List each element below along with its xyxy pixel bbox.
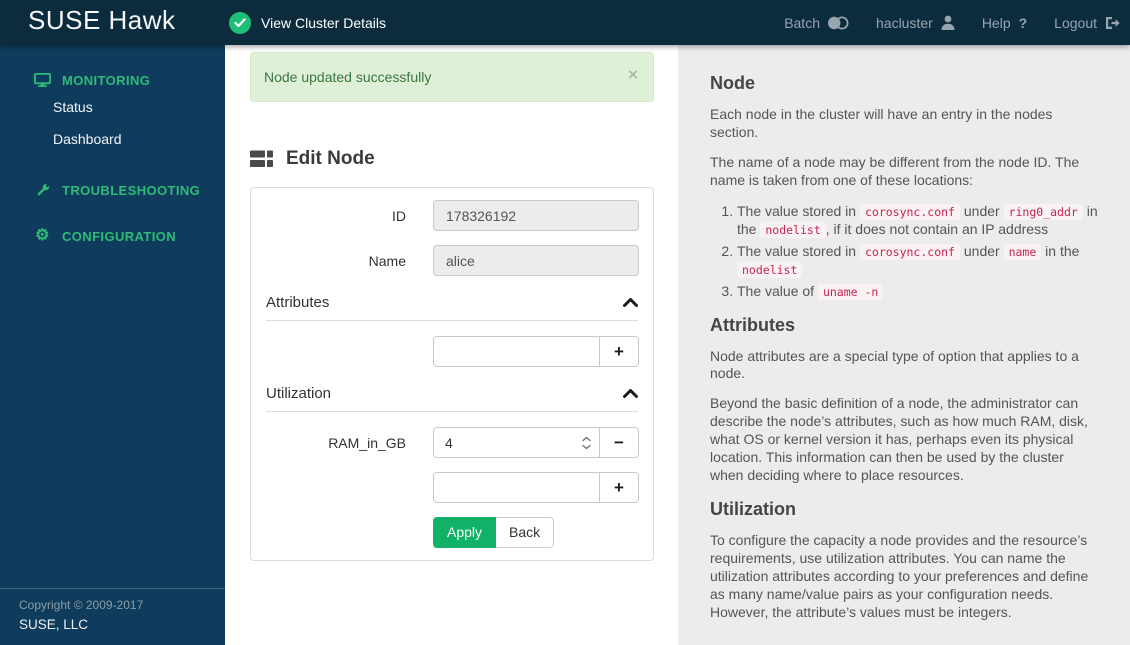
sidebar-item-troubleshooting[interactable]: TROUBLESHOOTING	[0, 179, 225, 201]
help-name-sources-list: The value stored in corosync.conf under …	[737, 202, 1098, 301]
utilization-section-label: Utilization	[266, 385, 332, 402]
remove-utilization-button[interactable]: −	[599, 428, 638, 457]
utilization-value-input[interactable]	[434, 428, 599, 457]
sidebar-item-label: CONFIGURATION	[62, 228, 177, 244]
edit-node-form: ID Name Attributes + Utilization	[250, 187, 654, 562]
logout-icon	[1106, 16, 1120, 29]
batch-button[interactable]: Batch	[784, 15, 849, 31]
success-alert: Node updated successfully ×	[250, 52, 654, 102]
help-paragraph: Each node in the cluster will have an en…	[710, 106, 1053, 140]
sidebar-item-label: Dashboard	[53, 131, 122, 147]
spinner-down-icon[interactable]	[582, 444, 591, 449]
company-name: SUSE, LLC	[19, 617, 89, 632]
chevron-up-icon[interactable]	[623, 389, 638, 398]
spinner-up-icon[interactable]	[582, 436, 591, 441]
logout-link[interactable]: Logout	[1054, 15, 1120, 31]
new-utilization-input[interactable]	[434, 473, 599, 502]
copyright-text: Copyright © 2009-2017	[19, 598, 144, 612]
page-title: Edit Node	[250, 148, 654, 170]
wrench-icon	[34, 182, 51, 198]
number-spinner[interactable]	[582, 436, 591, 449]
sidebar-item-label: TROUBLESHOOTING	[62, 182, 201, 198]
sidebar-nav: MONITORING Status Dashboard TROUBLESHOOT…	[0, 45, 225, 247]
cluster-status-check-icon	[229, 11, 251, 34]
help-label: Help	[981, 14, 1011, 31]
id-field	[433, 200, 639, 231]
batch-label: Batch	[784, 14, 820, 31]
utilization-value-group: −	[433, 427, 639, 458]
new-attribute-input[interactable]	[434, 337, 599, 366]
sidebar: MONITORING Status Dashboard TROUBLESHOOT…	[0, 45, 225, 645]
id-row: ID	[251, 200, 653, 231]
utilization-attr-label: RAM_in_GB	[328, 434, 406, 451]
help-paragraph: Node attributes are a special type of op…	[710, 347, 1079, 382]
list-item: The value of uname -n	[737, 282, 1098, 301]
new-utilization-group: +	[433, 472, 639, 503]
help-heading-utilization: Utilization	[710, 498, 796, 519]
monitor-icon	[34, 73, 51, 87]
topbar-menu: Batch hacluster Help ? Logout	[784, 0, 1120, 45]
username-label: hacluster	[876, 14, 933, 31]
app-logo: SUSE Hawk	[28, 5, 176, 35]
back-button[interactable]: Back	[496, 517, 555, 549]
add-attribute-button[interactable]: +	[599, 337, 638, 366]
batch-toggle-icon	[828, 16, 849, 29]
utilization-section-toggle[interactable]: Utilization	[266, 385, 638, 412]
sidebar-item-label: Status	[53, 99, 93, 115]
help-paragraph: To configure the capacity a node provide…	[710, 531, 1089, 620]
utilization-row: RAM_in_GB −	[251, 427, 653, 458]
form-actions: Apply Back	[433, 517, 653, 549]
sidebar-footer: Copyright © 2009-2017 SUSE, LLC	[0, 588, 225, 645]
node-server-icon	[250, 150, 273, 167]
attributes-section-toggle[interactable]: Attributes	[266, 294, 638, 321]
close-icon[interactable]: ×	[628, 66, 638, 83]
help-paragraph: The name of a node may be different from…	[710, 153, 1080, 188]
help-icon: ?	[1018, 14, 1028, 31]
page-title-text: Edit Node	[286, 148, 375, 169]
name-row: Name	[251, 245, 653, 276]
apply-button[interactable]: Apply	[433, 517, 497, 549]
view-cluster-details-link[interactable]: View Cluster Details	[229, 0, 386, 45]
list-item: The value stored in corosync.conf under …	[737, 242, 1098, 279]
gear-icon: ⚙	[35, 227, 50, 244]
list-item: The value stored in corosync.conf under …	[737, 202, 1098, 238]
id-label: ID	[392, 207, 406, 224]
logout-label: Logout	[1054, 14, 1097, 31]
view-cluster-details-label: View Cluster Details	[261, 14, 387, 31]
sidebar-item-label: MONITORING	[62, 72, 151, 88]
help-paragraph: Beyond the basic definition of a node, t…	[710, 395, 1088, 483]
add-utilization-button[interactable]: +	[599, 473, 638, 502]
chevron-up-icon[interactable]	[623, 298, 638, 307]
topbar: SUSE Hawk View Cluster Details Batch hac…	[0, 0, 1130, 45]
sidebar-item-monitoring[interactable]: MONITORING	[0, 69, 225, 91]
user-icon	[941, 15, 955, 30]
attributes-section-label: Attributes	[266, 294, 330, 311]
help-heading-attributes: Attributes	[710, 314, 795, 335]
user-menu[interactable]: hacluster	[876, 15, 955, 31]
help-panel: Node Each node in the cluster will have …	[678, 45, 1130, 645]
name-field	[433, 245, 639, 276]
main-content: Node updated successfully × Edit Node ID…	[225, 45, 678, 645]
help-heading-node: Node	[710, 73, 755, 93]
help-box-node: Node Each node in the cluster will have …	[678, 45, 1130, 645]
sidebar-item-dashboard[interactable]: Dashboard	[0, 129, 225, 149]
alert-message: Node updated successfully	[264, 69, 432, 85]
new-attribute-group: +	[433, 336, 639, 367]
help-link[interactable]: Help ?	[982, 15, 1027, 31]
name-label: Name	[368, 252, 406, 269]
sidebar-item-status[interactable]: Status	[0, 97, 225, 117]
sidebar-item-configuration[interactable]: ⚙ CONFIGURATION	[0, 225, 225, 247]
